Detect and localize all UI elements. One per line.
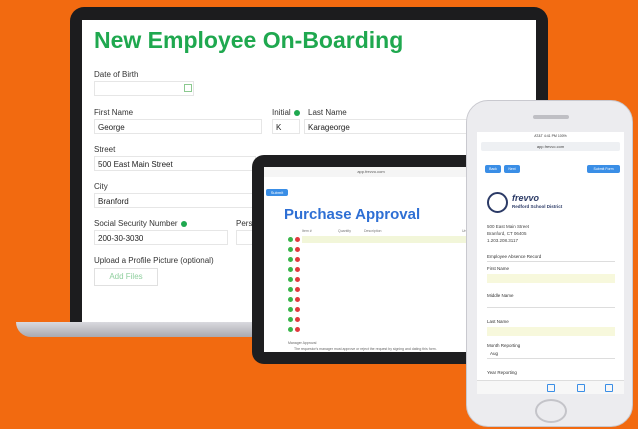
delete-row-icon[interactable]: [295, 317, 300, 322]
year-label: Year Reporting: [487, 370, 517, 375]
tablet-screen: app.frevvo.com Submit Purchase Approval …: [264, 167, 478, 352]
purchase-title: Purchase Approval: [284, 206, 421, 223]
ssn-label: Social Security Number: [94, 219, 187, 228]
row-input[interactable]: [302, 236, 472, 243]
table-row: [288, 246, 474, 255]
add-row-icon[interactable]: [288, 237, 293, 242]
browser-toolbar: [477, 380, 624, 394]
city-label: City: [94, 182, 108, 191]
city-field[interactable]: Branford: [94, 193, 256, 208]
month-select[interactable]: Aug: [487, 349, 615, 359]
table-row: [288, 236, 474, 245]
last-name-label: Last Name: [487, 319, 509, 324]
last-name-field[interactable]: [487, 327, 615, 336]
first-name-label: First Name: [94, 108, 134, 117]
middle-name-label: Middle Name: [487, 293, 514, 298]
divider: [487, 261, 615, 262]
middle-name-field[interactable]: [487, 307, 615, 308]
add-row-icon[interactable]: [288, 307, 293, 312]
table-row: [288, 266, 474, 275]
col-desc: Description: [364, 229, 382, 233]
month-label: Month Reporting: [487, 343, 521, 348]
delete-row-icon[interactable]: [295, 247, 300, 252]
add-row-icon[interactable]: [288, 277, 293, 282]
submit-form-button[interactable]: Submit Form: [587, 165, 620, 173]
add-files-button[interactable]: Add Files: [94, 268, 158, 286]
manager-approval-label: Manager Approval: [288, 341, 317, 345]
district-seal-icon: [487, 192, 508, 213]
info-icon: [293, 109, 300, 116]
phone-number: 1.203.208.3117: [487, 238, 518, 243]
delete-row-icon[interactable]: [295, 267, 300, 272]
phone-screen: AT&T 4:41 PM 100% app.frevvo.com Back Ne…: [477, 132, 624, 394]
initial-label: Initial: [272, 108, 300, 117]
next-button[interactable]: Next: [504, 165, 520, 173]
manager-approval-text: The requestor's manager must approve or …: [294, 347, 437, 351]
ssn-field[interactable]: 200-30-3030: [94, 230, 228, 245]
add-row-icon[interactable]: [288, 317, 293, 322]
record-label: Employee Absence Record: [487, 254, 542, 259]
delete-row-icon[interactable]: [295, 297, 300, 302]
form-title: New Employee On-Boarding: [94, 27, 404, 53]
back-button[interactable]: Back: [485, 165, 501, 173]
status-bar: AT&T 4:41 PM 100%: [534, 134, 567, 138]
street-field[interactable]: 500 East Main Street: [94, 156, 256, 171]
delete-row-icon[interactable]: [295, 237, 300, 242]
col-item: Item #: [302, 229, 312, 233]
table-row: [288, 316, 474, 325]
add-row-icon[interactable]: [288, 257, 293, 262]
table-row: [288, 276, 474, 285]
tablet-url-bar[interactable]: app.frevvo.com: [264, 167, 478, 177]
upload-label: Upload a Profile Picture (optional): [94, 256, 214, 265]
add-row-icon[interactable]: [288, 267, 293, 272]
col-qty: Quantity: [338, 229, 352, 233]
bookmarks-icon[interactable]: [577, 384, 585, 392]
tabs-icon[interactable]: [605, 384, 613, 392]
pers-label: Pers: [236, 219, 253, 228]
add-row-icon[interactable]: [288, 247, 293, 252]
table-row: [288, 326, 474, 335]
calendar-icon[interactable]: [184, 84, 192, 92]
initial-field[interactable]: K: [272, 119, 300, 134]
table-row: [288, 256, 474, 265]
address-line-1: 500 East Main Street: [487, 224, 530, 229]
address-line-2: Branford, CT 06405: [487, 231, 527, 236]
org-name: Redford School District: [512, 204, 563, 209]
phone-speaker: [533, 115, 569, 119]
delete-row-icon[interactable]: [295, 277, 300, 282]
tablet-submit-button[interactable]: Submit: [266, 189, 288, 196]
dob-field[interactable]: [94, 81, 194, 96]
table-row: [288, 286, 474, 295]
delete-row-icon[interactable]: [295, 287, 300, 292]
add-row-icon[interactable]: [288, 297, 293, 302]
dob-label: Date of Birth: [94, 70, 139, 79]
table-row: [288, 296, 474, 305]
delete-row-icon[interactable]: [295, 307, 300, 312]
last-name-label: Last Name: [308, 108, 347, 117]
add-row-icon[interactable]: [288, 327, 293, 332]
first-name-label: First Name: [487, 266, 510, 271]
table-row: [288, 306, 474, 315]
first-name-field[interactable]: [487, 274, 615, 283]
brand-name: frevvo: [512, 193, 540, 203]
street-label: Street: [94, 145, 116, 154]
delete-row-icon[interactable]: [295, 327, 300, 332]
first-name-field[interactable]: George: [94, 119, 262, 134]
share-icon[interactable]: [547, 384, 555, 392]
add-row-icon[interactable]: [288, 287, 293, 292]
last-name-field[interactable]: Karageorge: [304, 119, 474, 134]
phone-url-bar[interactable]: app.frevvo.com: [481, 142, 620, 151]
home-button[interactable]: [535, 399, 567, 423]
delete-row-icon[interactable]: [295, 257, 300, 262]
info-icon: [180, 220, 187, 227]
